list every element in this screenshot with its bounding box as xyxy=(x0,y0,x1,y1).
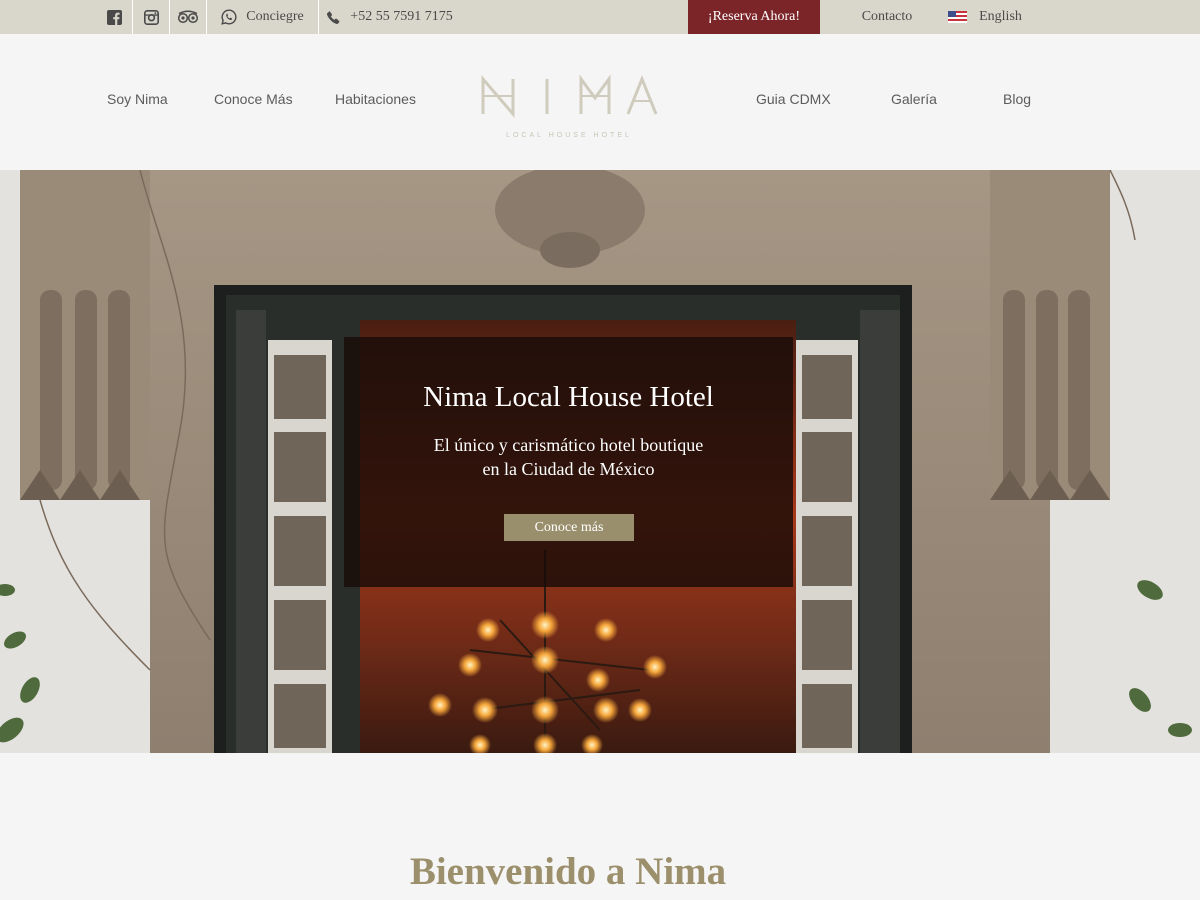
nav-soy-nima[interactable]: Soy Nima xyxy=(107,91,168,107)
reserve-now-button[interactable]: ¡Reserva Ahora! xyxy=(688,0,820,34)
tripadvisor-icon xyxy=(177,10,199,24)
reserve-now-label: ¡Reserva Ahora! xyxy=(707,9,801,24)
nav-habitaciones[interactable]: Habitaciones xyxy=(335,91,416,107)
contact-link[interactable]: Contacto xyxy=(850,0,924,34)
nav-blog[interactable]: Blog xyxy=(1003,91,1031,107)
nav-galeria[interactable]: Galería xyxy=(891,91,937,107)
tripadvisor-link[interactable] xyxy=(170,0,206,34)
nav-conoce-mas[interactable]: Conoce Más xyxy=(214,91,293,107)
instagram-link[interactable] xyxy=(133,0,169,34)
concierge-link[interactable]: Conciegre xyxy=(207,0,318,34)
welcome-heading: Bienvenido a Nima xyxy=(409,850,727,893)
whatsapp-icon xyxy=(221,9,237,25)
phone-number: +52 55 7591 7175 xyxy=(350,9,453,24)
instagram-icon xyxy=(143,9,159,25)
hero-subtitle-line-2: en la Ciudad de México xyxy=(482,459,655,479)
language-switch[interactable]: English xyxy=(940,0,1030,34)
logo-tagline: LOCAL HOUSE HOTEL xyxy=(506,132,632,139)
phone-link[interactable]: +52 55 7591 7175 xyxy=(319,0,461,34)
concierge-label: Conciegre xyxy=(246,9,304,24)
learn-more-button[interactable]: Conoce más xyxy=(504,514,634,541)
top-bar: Conciegre +52 55 7591 7175 ¡Reserva Ahor… xyxy=(0,0,1200,34)
phone-icon xyxy=(327,10,340,24)
facebook-link[interactable] xyxy=(97,0,132,34)
hero-caption-box: Nima Local House Hotel El único y carism… xyxy=(344,337,793,587)
hero-title: Nima Local House Hotel xyxy=(423,381,714,413)
us-flag-icon xyxy=(948,11,968,23)
hero-subtitle-line-1: El único y carismático hotel boutique xyxy=(433,435,704,455)
logo[interactable]: LOCAL HOUSE HOTEL xyxy=(476,74,662,144)
site-header: Soy Nima Conoce Más Habitaciones LOCAL H… xyxy=(0,34,1200,170)
facebook-icon xyxy=(107,9,122,25)
hero-subtitle: El único y carismático hotel boutique en… xyxy=(344,433,793,481)
contact-label: Contacto xyxy=(861,9,913,24)
language-label: English xyxy=(979,9,1022,24)
welcome-section: Bienvenido a Nima xyxy=(0,753,1200,900)
nav-guia-cdmx[interactable]: Guia CDMX xyxy=(756,91,831,107)
logo-mark xyxy=(481,74,658,119)
hero-section: Nima Local House Hotel El único y carism… xyxy=(0,170,1200,753)
